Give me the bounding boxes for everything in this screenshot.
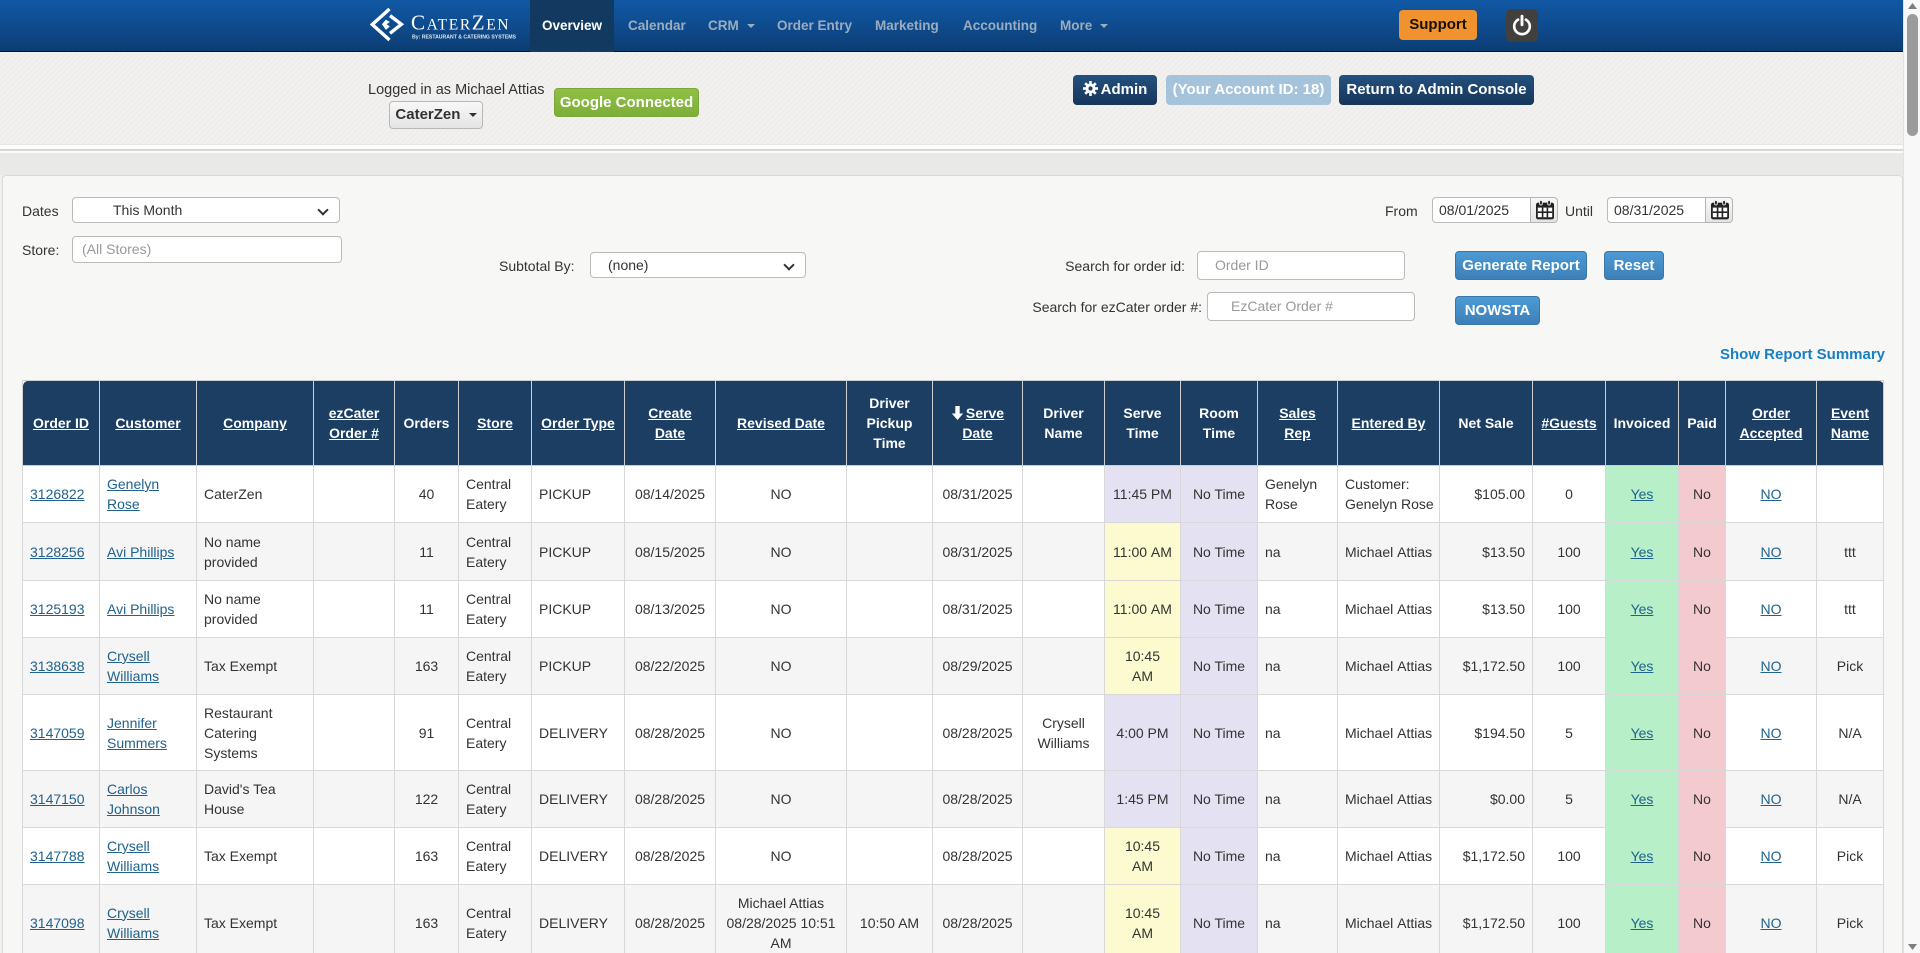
svg-text:By: RESTAURANT & CATERING SYST: By: RESTAURANT & CATERING SYSTEMS xyxy=(412,35,517,41)
svg-text:CATERZEN: CATERZEN xyxy=(411,11,510,35)
